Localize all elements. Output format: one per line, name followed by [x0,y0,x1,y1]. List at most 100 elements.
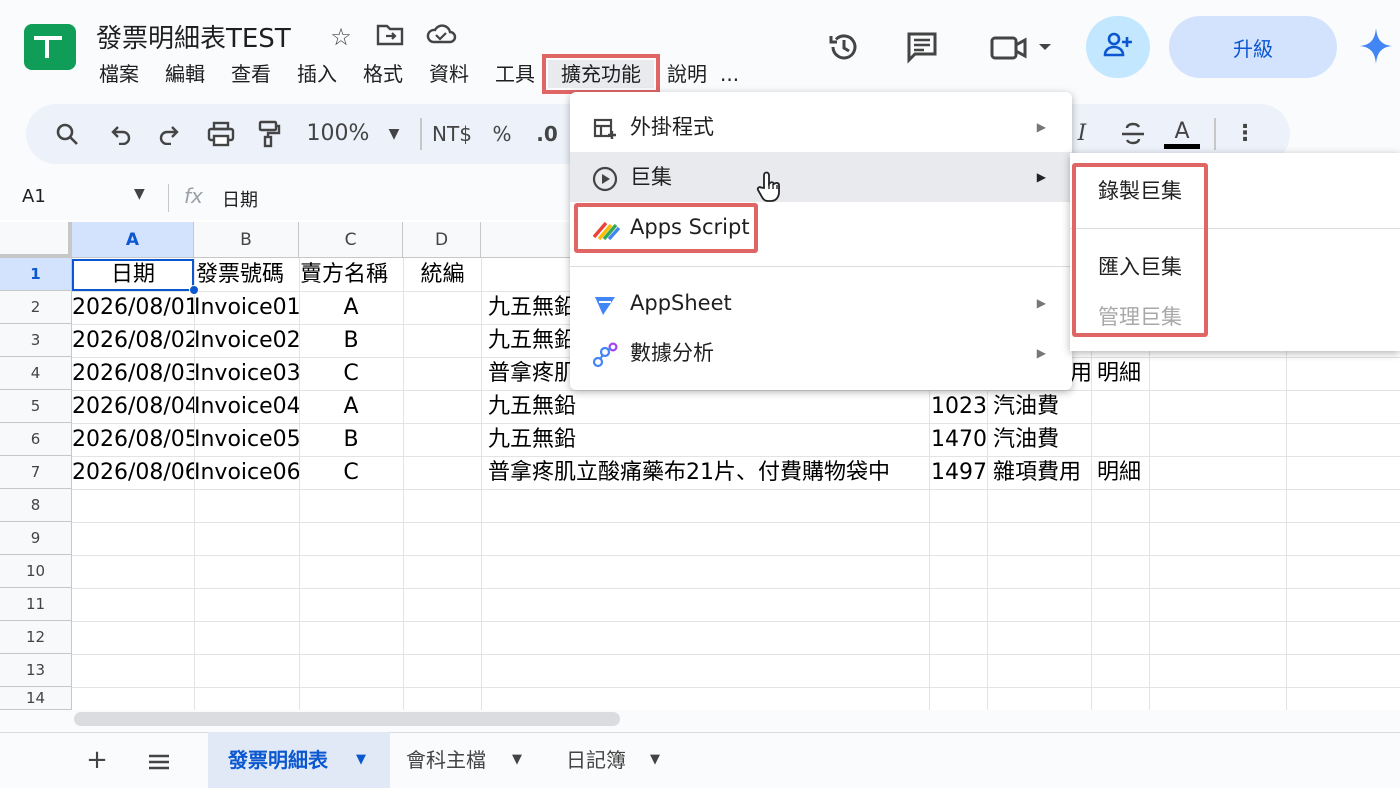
table-cell[interactable]: 2026/08/01 [72,292,194,324]
menu-edit[interactable]: 編輯 [152,60,218,88]
table-cell[interactable]: Invoice04 [194,391,299,423]
video-call-icon[interactable] [988,32,1054,69]
table-cell[interactable]: 九五無鉛 [488,424,929,456]
decrease-decimal-button[interactable]: .0 [534,104,560,164]
table-cell[interactable]: 1470 [931,424,987,456]
table-cell[interactable]: C [299,457,403,489]
header-cell-invoice[interactable]: 發票號碼 [196,259,299,291]
table-cell[interactable]: 2026/08/05 [72,424,194,456]
chevron-down-icon[interactable]: ▼ [134,186,145,202]
table-cell[interactable]: 2026/08/02 [72,325,194,357]
row-header-7[interactable]: 7 [0,456,72,489]
table-cell[interactable]: Invoice02 [194,325,299,357]
row-header-11[interactable]: 11 [0,588,72,621]
table-cell[interactable]: 雜項費用 [993,457,1091,489]
table-cell[interactable]: 明細 [1097,358,1149,390]
cloud-saved-icon[interactable] [424,22,458,53]
row-header-3[interactable]: 3 [0,324,72,357]
table-cell[interactable]: 明細 [1097,457,1149,489]
table-cell[interactable]: 汽油費 [993,424,1091,456]
menu-item-appsheet[interactable]: AppSheet ▶ [570,278,1072,328]
column-header-c[interactable]: C [299,222,403,258]
menu-help[interactable]: 說明 [654,60,720,88]
table-cell[interactable]: A [299,391,403,423]
row-header-8[interactable]: 8 [0,489,72,522]
table-cell[interactable]: 2026/08/03 [72,358,194,390]
sheet-tab-accounts[interactable]: 會科主檔 ▼ [406,732,536,788]
column-header-d[interactable]: D [403,222,481,258]
paint-format-icon[interactable] [254,104,284,164]
sheet-tab-journal[interactable]: 日記簿 ▼ [566,732,676,788]
chevron-down-icon[interactable]: ▼ [512,732,522,788]
menu-view[interactable]: 查看 [218,60,284,88]
table-cell[interactable]: 普拿疼肌立酸痛藥布21片、付費購物袋中 [488,457,929,489]
row-header-6[interactable]: 6 [0,423,72,456]
comments-icon[interactable] [904,30,940,71]
redo-icon[interactable] [154,104,184,164]
zoom-select[interactable]: 100% [306,104,370,164]
menu-more[interactable]: ... [720,60,752,88]
print-icon[interactable] [204,104,238,164]
table-cell[interactable]: 用 [1070,358,1091,390]
document-title[interactable]: 發票明細表TEST [96,18,291,55]
menu-data[interactable]: 資料 [416,60,482,88]
row-header-1[interactable]: 1 [0,258,72,291]
menu-insert[interactable]: 插入 [284,60,350,88]
gemini-sparkle-icon[interactable] [1358,26,1394,75]
header-cell-taxid[interactable]: 統編 [404,259,481,291]
table-cell[interactable]: B [299,424,403,456]
name-box[interactable]: A1 [22,186,46,207]
row-header-5[interactable]: 5 [0,390,72,423]
menu-file[interactable]: 檔案 [86,60,152,88]
table-cell[interactable]: C [299,358,403,390]
row-header-4[interactable]: 4 [0,357,72,390]
table-cell[interactable]: Invoice01 [194,292,299,324]
table-cell[interactable]: 1023 [931,391,987,423]
table-cell[interactable]: Invoice03 [194,358,299,390]
menu-item-addons[interactable]: 外掛程式 ▶ [570,102,1072,152]
sheet-tab-invoices[interactable]: 發票明細表 ▼ [208,732,390,788]
table-cell[interactable]: A [299,292,403,324]
column-header-a[interactable]: A [72,222,194,258]
all-sheets-icon[interactable] [144,732,174,788]
fill-handle[interactable] [189,285,199,295]
table-cell[interactable]: 2026/08/04 [72,391,194,423]
row-header-13[interactable]: 13 [0,654,72,687]
table-cell[interactable]: Invoice06 [194,457,299,489]
table-cell[interactable]: 九五無鉛 [488,391,929,423]
sheets-logo-icon[interactable] [24,24,76,70]
menu-format[interactable]: 格式 [350,60,416,88]
chevron-down-icon[interactable]: ▼ [650,732,660,788]
column-header-b[interactable]: B [194,222,299,258]
horizontal-scrollbar[interactable] [74,712,620,726]
row-header-12[interactable]: 12 [0,621,72,654]
folder-move-icon[interactable] [374,22,406,53]
row-header-9[interactable]: 9 [0,522,72,555]
row-header-10[interactable]: 10 [0,555,72,588]
undo-icon[interactable] [106,104,136,164]
add-sheet-icon[interactable]: + [84,732,110,788]
table-cell[interactable]: B [299,325,403,357]
menu-item-macros[interactable]: 巨集 ▶ [570,152,1072,202]
star-icon[interactable]: ☆ [326,22,356,52]
header-cell-seller[interactable]: 賣方名稱 [300,259,403,291]
upgrade-button[interactable]: 升級 [1169,16,1337,78]
row-header-14[interactable]: 14 [0,687,72,710]
table-cell[interactable]: 汽油費 [993,391,1091,423]
formula-input[interactable]: 日期 [222,186,258,212]
table-cell[interactable]: 2026/08/06 [72,457,194,489]
history-icon[interactable] [826,30,862,71]
menu-item-analytics[interactable]: 數據分析 ▶ [570,328,1072,378]
currency-format-button[interactable]: NT$ [432,104,472,164]
share-button[interactable] [1086,16,1150,78]
search-icon[interactable] [52,104,82,164]
menu-extensions[interactable]: 擴充功能 [542,54,660,94]
table-cell[interactable]: Invoice05 [194,424,299,456]
percent-format-button[interactable]: % [490,104,514,164]
chevron-down-icon[interactable]: ▼ [382,104,406,164]
chevron-down-icon[interactable]: ▼ [356,732,366,788]
row-header-2[interactable]: 2 [0,291,72,324]
select-all-corner[interactable] [0,222,72,258]
table-cell[interactable]: 1497 [931,457,987,489]
menu-tools[interactable]: 工具 [482,60,548,88]
